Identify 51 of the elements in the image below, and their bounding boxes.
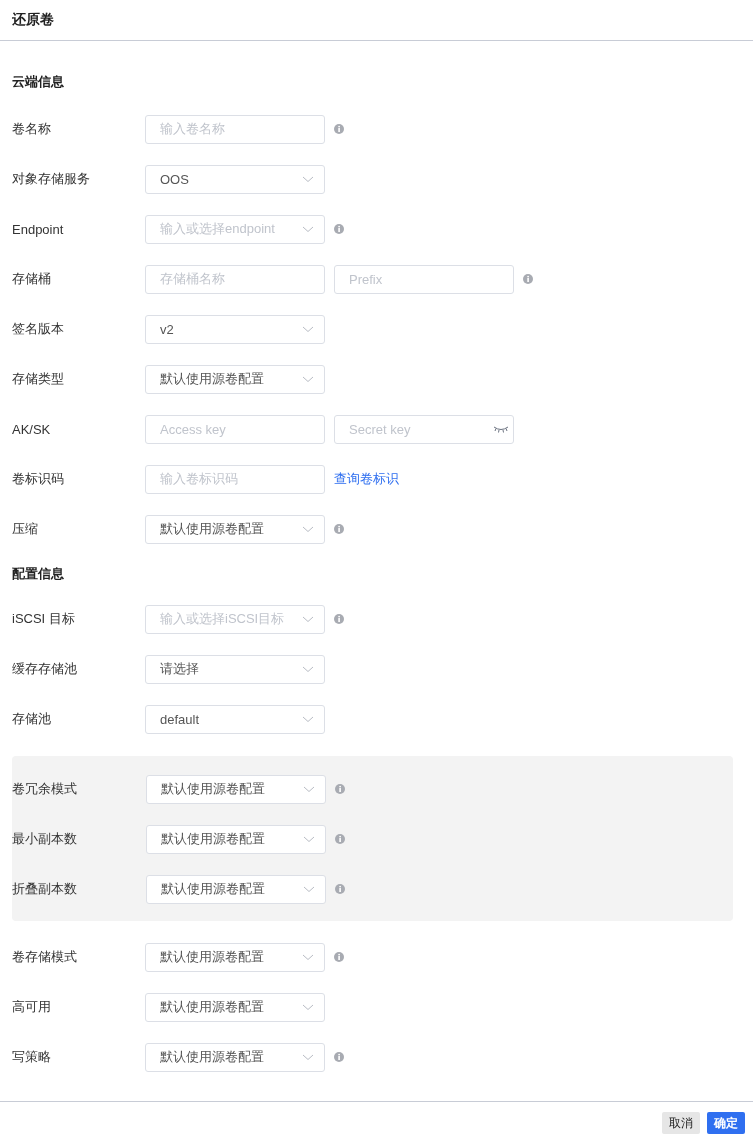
field-label: 存储桶 [12,270,52,288]
select-field[interactable]: v2 [145,314,325,344]
field-label: Endpoint [12,221,65,237]
cancel-button[interactable]: 取消 [662,1112,700,1134]
field-label: 对象存储服务 [12,170,91,188]
section-title: 配置信息 [12,565,64,583]
select-field[interactable]: 默认使用源卷配置 [145,364,325,394]
eye-closed-icon [493,425,509,433]
chevron-down-icon [302,1003,314,1011]
select-field[interactable]: OOS [145,164,325,194]
select-field[interactable]: 默认使用源卷配置 [145,942,325,972]
chevron-down-icon [302,953,314,961]
select-field[interactable]: 请选择 [145,654,325,684]
dialog-title: 还原卷 [12,11,54,29]
field-label: 缓存存储池 [12,660,78,678]
field-label: 签名版本 [12,320,65,338]
field-label: 高可用 [12,998,52,1016]
query-link[interactable]: 查询卷标识 [334,470,399,488]
select-field[interactable]: 默认使用源卷配置 [146,774,326,804]
chevron-down-icon [303,835,315,843]
field-label: 折叠副本数 [12,880,78,898]
chevron-down-icon [302,715,314,723]
field-label: 最小副本数 [12,830,78,848]
chevron-down-icon [302,1053,314,1061]
field-label: 存储类型 [12,370,65,388]
select-field[interactable]: 默认使用源卷配置 [145,1042,325,1072]
chevron-down-icon [302,615,314,623]
chevron-down-icon [302,175,314,183]
select-field[interactable]: 默认使用源卷配置 [146,824,326,854]
select-field[interactable]: 默认使用源卷配置 [146,874,326,904]
select-field[interactable]: default [145,704,325,734]
select-field[interactable]: 默认使用源卷配置 [145,514,325,544]
select-field[interactable]: 默认使用源卷配置 [145,992,325,1022]
confirm-button[interactable]: 确定 [707,1112,745,1134]
field-label: 卷冗余模式 [12,780,78,798]
chevron-down-icon [302,375,314,383]
field-label: 卷标识码 [12,470,65,488]
chevron-down-icon [302,525,314,533]
field-label: AK/SK [12,421,52,437]
section-title: 云端信息 [12,73,64,91]
chevron-down-icon [302,325,314,333]
chevron-down-icon [302,665,314,673]
chevron-down-icon [303,785,315,793]
field-label: 卷存储模式 [12,948,78,966]
field-label: 存储池 [12,710,52,728]
field-label: 卷名称 [12,120,52,138]
chevron-down-icon [303,885,315,893]
field-label: 压缩 [12,520,39,538]
field-label: iSCSI 目标 [12,610,76,628]
chevron-down-icon [302,225,314,233]
field-label: 写策略 [12,1048,52,1066]
